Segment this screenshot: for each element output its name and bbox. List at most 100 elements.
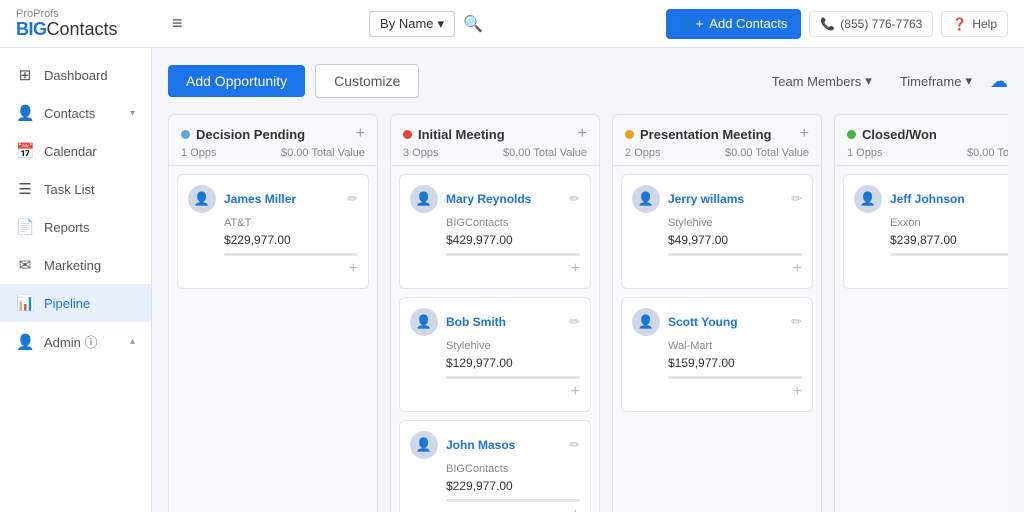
card-company: AT&T [224,217,358,229]
card-add-icon[interactable]: + [793,383,802,401]
card-contact-name[interactable]: Scott Young [668,315,783,329]
card-add-icon[interactable]: + [349,260,358,278]
card-progress-bar [446,253,580,256]
hamburger-menu[interactable]: ≡ [168,9,187,38]
col-total-value-decision-pending: $0.00 Total Value [281,147,365,159]
card-contact-name[interactable]: John Masos [446,438,561,452]
card-add-icon[interactable]: + [571,383,580,401]
col-dot-icon [403,130,412,139]
dashboard-icon: ⊞ [16,66,34,84]
add-contacts-button[interactable]: 👤+ Add Contacts [666,9,802,39]
admin-icon: 👤 [16,333,34,351]
col-title-initial-meeting: Initial Meeting [418,127,572,142]
kanban-col-closed-won: Closed/Won+1 Opps$0.00 Total V👤Jeff John… [834,114,1008,512]
sidebar-label-admin: Admin ⓘ [44,332,97,351]
col-add-icon[interactable]: + [800,125,809,143]
card-add-icon[interactable]: + [793,260,802,278]
contacts-icon: 👤 [16,104,34,122]
col-header-decision-pending: Decision Pending+1 Opps$0.00 Total Value [169,115,377,166]
card-progress-bar [446,376,580,379]
sidebar-item-reports[interactable]: 📄 Reports [0,208,151,246]
sidebar-item-marketing[interactable]: ✉ Marketing [0,246,151,284]
table-row: 👤Scott Young✏Wal-Mart$159,977.00+ [621,297,813,412]
timeframe-chevron-down-icon: ▾ [965,73,972,89]
sidebar-label-task-list: Task List [44,182,95,197]
card-contact-name[interactable]: Mary Reynolds [446,192,561,206]
customize-button[interactable]: Customize [315,64,419,98]
search-icon[interactable]: 🔍 [463,14,483,34]
card-contact-name[interactable]: Jerry willams [668,192,783,206]
col-opps-count-initial-meeting: 3 Opps [403,147,438,159]
card-add-icon[interactable]: + [571,260,580,278]
cloud-icon[interactable]: ☁ [990,71,1008,92]
sidebar-label-calendar: Calendar [44,144,97,159]
sidebar-item-contacts[interactable]: 👤 Contacts ▾ [0,94,151,132]
logo-contacts-text: Contacts [47,19,118,39]
team-members-button[interactable]: Team Members ▾ [762,67,882,95]
card-contact-name[interactable]: Bob Smith [446,315,561,329]
card-edit-icon[interactable]: ✏ [347,191,358,207]
card-edit-icon[interactable]: ✏ [569,437,580,453]
col-header-presentation-meeting: Presentation Meeting+2 Opps$0.00 Total V… [613,115,821,166]
col-dot-icon [625,130,634,139]
card-progress-bar [890,253,1008,256]
table-row: 👤James Miller✏AT&T$229,977.00+ [177,174,369,289]
card-contact-name[interactable]: Jeff Johnson [890,192,1005,206]
kanban-col-decision-pending: Decision Pending+1 Opps$0.00 Total Value… [168,114,378,512]
add-opportunity-button[interactable]: Add Opportunity [168,65,305,97]
card-progress-bar [668,253,802,256]
table-row: 👤Jeff Johnson✏Exxon$239,877.00+ [843,174,1008,289]
card-company: BIGContacts [446,217,580,229]
avatar: 👤 [410,185,438,213]
card-company: Stylehive [446,340,580,352]
table-row: 👤Jerry willams✏Stylehive$49,977.00+ [621,174,813,289]
sidebar-item-calendar[interactable]: 📅 Calendar [0,132,151,170]
col-title-closed-won: Closed/Won [862,127,1008,142]
col-total-value-initial-meeting: $0.00 Total Value [503,147,587,159]
marketing-icon: ✉ [16,256,34,274]
col-opps-count-decision-pending: 1 Opps [181,147,216,159]
kanban-board: Decision Pending+1 Opps$0.00 Total Value… [168,114,1008,512]
card-company: BIGContacts [446,463,580,475]
header-search-area: By Name ▾ 🔍 [199,11,654,37]
sort-by-name-button[interactable]: By Name ▾ [369,11,455,37]
reports-icon: 📄 [16,218,34,236]
col-cards-initial-meeting: 👤Mary Reynolds✏BIGContacts$429,977.00+👤B… [391,166,599,512]
card-contact-name[interactable]: James Miller [224,192,339,206]
sidebar-item-dashboard[interactable]: ⊞ Dashboard [0,56,151,94]
col-opps-count-closed-won: 1 Opps [847,147,882,159]
card-edit-icon[interactable]: ✏ [791,314,802,330]
sidebar-item-pipeline[interactable]: 📊 Pipeline [0,284,151,322]
card-add-icon[interactable]: + [571,506,580,512]
kanban-col-presentation-meeting: Presentation Meeting+2 Opps$0.00 Total V… [612,114,822,512]
card-edit-icon[interactable]: ✏ [569,314,580,330]
col-cards-closed-won: 👤Jeff Johnson✏Exxon$239,877.00+ [835,166,1008,297]
sidebar-label-contacts: Contacts [44,106,95,121]
toolbar-right: Team Members ▾ Timeframe ▾ ☁ [762,67,1008,95]
help-icon: ❓ [952,17,967,31]
help-button[interactable]: ❓ Help [941,11,1008,37]
timeframe-label: Timeframe [900,74,962,89]
sidebar-label-marketing: Marketing [44,258,101,273]
col-add-icon[interactable]: + [578,125,587,143]
table-row: 👤John Masos✏BIGContacts$229,977.00+ [399,420,591,512]
header-right: 👤+ Add Contacts 📞 (855) 776-7763 ❓ Help [666,9,1008,39]
card-progress-bar [668,376,802,379]
card-amount: $229,977.00 [446,479,580,493]
col-add-icon[interactable]: + [356,125,365,143]
chevron-down-icon: ▾ [438,16,445,32]
timeframe-button[interactable]: Timeframe ▾ [890,67,982,95]
phone-button[interactable]: 📞 (855) 776-7763 [809,11,933,37]
col-header-initial-meeting: Initial Meeting +3 Opps $0.00 Total Value [391,115,599,166]
team-chevron-down-icon: ▾ [865,73,872,89]
card-company: Wal-Mart [668,340,802,352]
card-edit-icon[interactable]: ✏ [791,191,802,207]
sidebar: ⊞ Dashboard 👤 Contacts ▾ 📅 Calendar ☰ Ta… [0,48,152,512]
sidebar-item-task-list[interactable]: ☰ Task List [0,170,151,208]
card-company: Exxon [890,217,1008,229]
logo-big-text: BIG [16,19,47,39]
col-total-value-presentation-meeting: $0.00 Total Value [725,147,809,159]
card-edit-icon[interactable]: ✏ [569,191,580,207]
content-area: Add Opportunity Customize Team Members ▾… [152,48,1024,512]
sidebar-item-admin[interactable]: 👤 Admin ⓘ ▴ [0,322,151,361]
